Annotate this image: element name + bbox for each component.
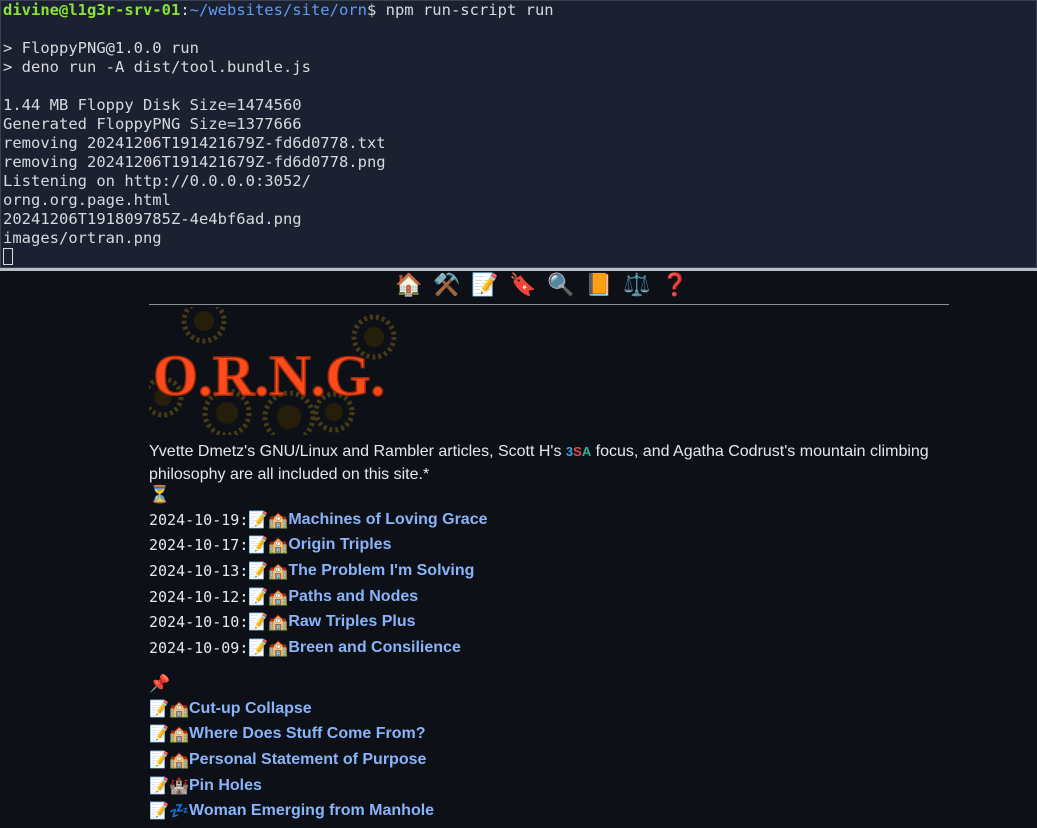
memo-icon: 📝 — [248, 639, 269, 657]
castle-icon: 🏰 — [169, 777, 189, 795]
terminal-output-line: removing 20241206T191421679Z-fd6d0778.tx… — [3, 134, 386, 152]
memo-icon: 📝 — [248, 562, 269, 580]
scales-icon[interactable]: ⚖️ — [621, 271, 653, 299]
prompt-symbol: $ — [366, 1, 377, 19]
site-intro: Yvette Dmetz's GNU/Linux and Rambler art… — [149, 440, 949, 486]
logo-text: O.R.N.G. — [153, 343, 385, 408]
article-link[interactable]: Paths and Nodes — [288, 588, 418, 606]
list-item: 📝 💤 Woman Emerging from Manhole — [149, 798, 434, 824]
date-separator: : — [239, 510, 249, 529]
date-separator: : — [239, 561, 249, 580]
recent-articles: 2024-10-19: 📝 🏫 Machines of Loving Grace 20… — [149, 507, 488, 661]
school-icon: 🏫 — [268, 562, 289, 580]
list-item: 📝 🏫 Where Does Stuff Come From? — [149, 722, 434, 748]
date-separator: : — [239, 613, 249, 632]
tsa-s: S — [573, 444, 582, 459]
memo-icon[interactable]: 📝 — [469, 271, 501, 299]
list-item: 2024-10-09: 📝 🏫 Breen and Consilience — [149, 635, 488, 661]
terminal-output-line: > deno run -A dist/tool.bundle.js — [3, 58, 311, 76]
article-link[interactable]: Woman Emerging from Manhole — [189, 802, 434, 820]
school-icon: 🏫 — [268, 588, 289, 606]
article-date: 2024-10-17 — [149, 536, 240, 555]
article-link[interactable]: Cut-up Collapse — [189, 700, 312, 718]
memo-icon: 📝 — [149, 777, 169, 795]
article-link[interactable]: Personal Statement of Purpose — [189, 751, 426, 769]
article-date: 2024-10-12 — [149, 587, 240, 606]
zzz-icon: 💤 — [169, 803, 189, 821]
memo-icon: 📝 — [149, 700, 169, 718]
terminal-output-line: > FloppyPNG@1.0.0 run — [3, 39, 199, 57]
search-icon[interactable]: 🔍 — [545, 271, 577, 299]
top-nav: 🏠 ⚒️ 📝 🔖 🔍 📙 ⚖️ ❓ — [393, 271, 691, 299]
memo-icon: 📝 — [248, 511, 269, 529]
date-separator: : — [239, 536, 249, 555]
article-date: 2024-10-10 — [149, 613, 240, 632]
prompt-user: divine@l1g3r-srv-01 — [3, 1, 181, 19]
article-link[interactable]: Raw Triples Plus — [288, 613, 415, 631]
article-date: 2024-10-09 — [149, 638, 240, 657]
terminal-output-line: 1.44 MB Floppy Disk Size=1474560 — [3, 96, 302, 114]
article-link[interactable]: The Problem I'm Solving — [288, 562, 474, 580]
terminal-output-line: removing 20241206T191421679Z-fd6d0778.pn… — [3, 153, 386, 171]
school-icon: 🏫 — [268, 511, 289, 529]
prompt-path: ~/websites/site/orn — [189, 1, 367, 19]
school-icon: 🏫 — [268, 537, 289, 555]
school-icon: 🏫 — [169, 751, 189, 769]
article-link[interactable]: Pin Holes — [189, 777, 262, 795]
terminal-output-line: orng.org.page.html — [3, 191, 171, 209]
list-item: 📝 🏫 Cut-up Collapse — [149, 696, 434, 722]
list-item: 📝 🏰 Pin Holes — [149, 773, 434, 799]
terminal-cursor — [3, 248, 13, 265]
question-icon[interactable]: ❓ — [659, 271, 691, 299]
pinned-articles: 📝 🏫 Cut-up Collapse 📝 🏫 Where Does Stuff Com… — [149, 696, 434, 824]
list-item: 2024-10-19: 📝 🏫 Machines of Loving Grace — [149, 507, 488, 533]
school-icon: 🏫 — [169, 726, 189, 744]
memo-icon: 📝 — [248, 537, 269, 555]
list-item: 📝 🏫 Personal Statement of Purpose — [149, 747, 434, 773]
school-icon: 🏫 — [169, 700, 189, 718]
memo-icon: 📝 — [149, 726, 169, 744]
article-link[interactable]: Breen and Consilience — [288, 639, 461, 657]
list-item: 2024-10-10: 📝 🏫 Raw Triples Plus — [149, 609, 488, 635]
memo-icon: 📝 — [149, 751, 169, 769]
memo-icon: 📝 — [248, 614, 269, 632]
terminal-prompt-line: divine@l1g3r-srv-01:~/websites/site/orn$… — [1, 1, 1036, 20]
article-link[interactable]: Where Does Stuff Come From? — [189, 725, 425, 743]
terminal-pane[interactable]: divine@l1g3r-srv-01:~/websites/site/orn$… — [0, 0, 1037, 268]
list-item: 2024-10-12: 📝 🏫 Paths and Nodes — [149, 584, 488, 610]
article-date: 2024-10-19 — [149, 510, 240, 529]
memo-icon: 📝 — [149, 803, 169, 821]
terminal-output-line: 20241206T191809785Z-4e4bf6ad.png — [3, 210, 302, 228]
article-link[interactable]: Machines of Loving Grace — [288, 511, 487, 529]
article-link[interactable]: Origin Triples — [288, 536, 391, 554]
memo-icon: 📝 — [248, 588, 269, 606]
date-separator: : — [239, 587, 249, 606]
bookmark-icon[interactable]: 🔖 — [507, 271, 539, 299]
list-item: 2024-10-17: 📝 🏫 Origin Triples — [149, 533, 488, 559]
terminal-cursor-line — [1, 248, 1036, 267]
school-icon: 🏫 — [268, 614, 289, 632]
intro-text-start: Yvette Dmetz's GNU/Linux and Rambler art… — [149, 443, 566, 460]
nav-divider — [149, 304, 949, 305]
terminal-output-line: images/ortran.png — [3, 229, 162, 247]
terminal-command: npm run-script run — [376, 1, 554, 19]
tsa-a: A — [581, 444, 592, 459]
tsa-logo: 3SA — [566, 444, 591, 459]
pin-icon: 📌 — [149, 674, 171, 693]
prompt-separator: : — [180, 1, 190, 19]
book-icon[interactable]: 📙 — [583, 271, 615, 299]
article-date: 2024-10-13 — [149, 561, 240, 580]
list-item: 2024-10-13: 📝 🏫 The Problem I'm Solving — [149, 558, 488, 584]
site-logo: O.R.N.G. — [149, 307, 397, 435]
tools-icon[interactable]: ⚒️ — [431, 271, 463, 299]
home-icon[interactable]: 🏠 — [393, 271, 425, 299]
browser-page: 🏠 ⚒️ 📝 🔖 🔍 📙 ⚖️ ❓ O.R.N.G. Yvette Dmetz'… — [0, 271, 1037, 828]
date-separator: : — [239, 638, 249, 657]
school-icon: 🏫 — [268, 639, 289, 657]
hourglass-icon: ⏳ — [149, 485, 171, 504]
terminal-output-line: Listening on http://0.0.0.0:3052/ — [3, 172, 311, 190]
terminal-output-line: Generated FloppyPNG Size=1377666 — [3, 115, 302, 133]
